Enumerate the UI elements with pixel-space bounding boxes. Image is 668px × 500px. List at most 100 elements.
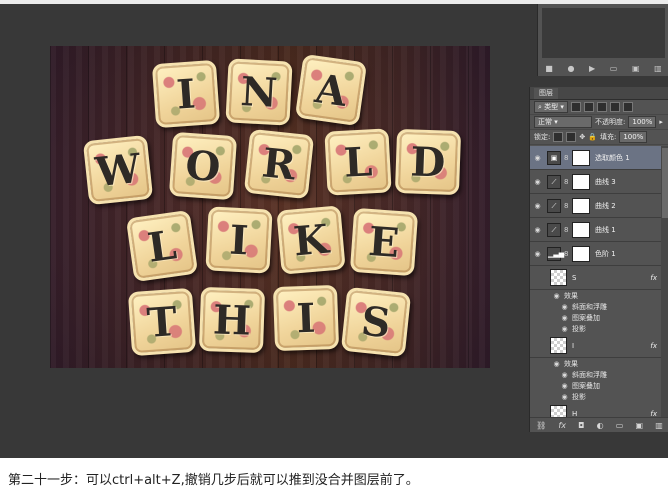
add-mask-icon[interactable]: ◘ xyxy=(578,421,584,430)
visibility-eye-icon[interactable]: ◉ xyxy=(533,226,542,234)
adjustment-layer-icon[interactable]: ◐ xyxy=(597,421,604,430)
history-panel-toolbar: ■ ● ▶ ▭ ▣ ▥ xyxy=(538,60,668,76)
layer-filter-select[interactable]: ⌕ 类型 ▾ xyxy=(534,101,568,113)
pixel-filter-icon[interactable] xyxy=(570,102,581,112)
shape-filter-icon[interactable] xyxy=(609,102,620,112)
layer-filter-row: ⌕ 类型 ▾ xyxy=(530,100,668,115)
layer-mask-thumbnail[interactable] xyxy=(572,245,590,262)
link-icon: 8 xyxy=(564,249,569,258)
record-icon[interactable]: ● xyxy=(567,64,574,73)
visibility-eye-icon[interactable]: ◉ xyxy=(560,314,569,322)
lock-paint-icon[interactable] xyxy=(566,132,577,142)
new-layer-icon[interactable]: ▣ xyxy=(636,421,644,430)
history-panel-content xyxy=(542,8,665,58)
trash-icon[interactable]: ▥ xyxy=(654,64,662,73)
curves-icon: ⟋ xyxy=(547,174,561,189)
effect-row[interactable]: ◉ 图案叠加 xyxy=(530,312,661,323)
visibility-eye-icon[interactable]: ◉ xyxy=(560,393,569,401)
layer-row-i[interactable]: I fx xyxy=(530,334,661,358)
adjustment-filter-icon[interactable] xyxy=(583,102,594,112)
new-item-icon[interactable]: ▣ xyxy=(632,64,640,73)
fill-label: 填充: xyxy=(599,133,617,141)
type-filter-icon[interactable] xyxy=(596,102,607,112)
smart-object-filter-icon[interactable] xyxy=(622,102,633,112)
letter-tile: I xyxy=(205,206,273,274)
layer-thumbnail[interactable] xyxy=(550,337,567,354)
visibility-eye-icon[interactable]: ◉ xyxy=(533,202,542,210)
letter-tile: I xyxy=(272,284,340,352)
layer-name: I xyxy=(572,341,575,350)
canvas-artwork[interactable]: I N A W O R L D L I K E T H I S xyxy=(50,46,490,368)
letter-tile: O xyxy=(168,131,238,201)
stop-icon[interactable]: ■ xyxy=(545,64,553,73)
layer-mask-thumbnail[interactable] xyxy=(572,173,590,190)
fx-icon[interactable]: fx xyxy=(650,274,657,282)
layers-panel-toolbar: ⛓ fx ◘ ◐ ▭ ▣ ▥ xyxy=(530,417,668,432)
letter-tile: E xyxy=(349,207,419,277)
layer-row-curves-1[interactable]: ◉ ⟋ 8 曲线 1 xyxy=(530,218,661,242)
add-style-icon[interactable]: fx xyxy=(558,421,566,430)
visibility-eye-icon[interactable]: ◉ xyxy=(552,360,561,368)
letter-tile: R xyxy=(243,128,315,200)
new-group-icon[interactable]: ▭ xyxy=(616,421,624,430)
layer-name: S xyxy=(572,273,577,282)
opacity-label: 不透明度: xyxy=(595,118,626,126)
effect-row[interactable]: ◉ 图案叠加 xyxy=(530,380,661,391)
opacity-input[interactable]: 100% xyxy=(628,116,657,128)
layer-mask-thumbnail[interactable] xyxy=(572,221,590,238)
layer-row-s[interactable]: S fx xyxy=(530,266,661,290)
link-icon: 8 xyxy=(564,153,569,162)
lock-transparency-icon[interactable] xyxy=(553,132,564,142)
visibility-eye-icon[interactable]: ◉ xyxy=(533,250,542,258)
effect-row[interactable]: ◉ 斜面和浮雕 xyxy=(530,369,661,380)
scrollbar-thumb[interactable] xyxy=(662,148,668,218)
levels-icon: ▁▃▅ xyxy=(547,246,564,261)
fx-icon[interactable]: fx xyxy=(650,342,657,350)
layer-name: 曲线 1 xyxy=(595,225,616,234)
effects-row[interactable]: ◉ 效果 xyxy=(530,290,661,301)
letter-tile: L xyxy=(125,209,199,283)
layer-row-selective-color[interactable]: ◉ ▣ 8 选取颜色 1 xyxy=(530,146,661,170)
effect-label: 斜面和浮雕 xyxy=(572,370,607,379)
visibility-eye-icon[interactable]: ◉ xyxy=(560,382,569,390)
link-icon: 8 xyxy=(564,225,569,234)
chevron-right-icon[interactable]: ▸ xyxy=(659,118,663,126)
layer-row-curves-2[interactable]: ◉ ⟋ 8 曲线 2 xyxy=(530,194,661,218)
letter-tile: H xyxy=(198,286,266,354)
layers-scrollbar[interactable] xyxy=(661,146,668,418)
effect-row[interactable]: ◉ 投影 xyxy=(530,391,661,402)
folder-icon[interactable]: ▭ xyxy=(610,64,618,73)
filter-label: 类型 xyxy=(544,103,559,111)
trash-icon[interactable]: ▥ xyxy=(655,421,663,430)
visibility-eye-icon[interactable]: ◉ xyxy=(560,303,569,311)
letter-tile: D xyxy=(394,128,462,196)
effects-row[interactable]: ◉ 效果 xyxy=(530,358,661,369)
layer-thumbnail[interactable] xyxy=(550,269,567,286)
layer-name: 曲线 2 xyxy=(595,201,616,210)
visibility-eye-icon[interactable]: ◉ xyxy=(533,178,542,186)
layer-mask-thumbnail[interactable] xyxy=(572,149,590,166)
blend-mode-select[interactable]: 正常 ▾ xyxy=(534,116,592,128)
layer-row-curves-3[interactable]: ◉ ⟋ 8 曲线 3 xyxy=(530,170,661,194)
play-icon[interactable]: ▶ xyxy=(589,64,595,73)
visibility-eye-icon[interactable]: ◉ xyxy=(552,292,561,300)
layer-row-h[interactable]: H fx xyxy=(530,402,661,418)
visibility-eye-icon[interactable]: ◉ xyxy=(560,371,569,379)
effects-label: 效果 xyxy=(564,359,578,368)
layers-panel-tabbar: 图层 xyxy=(530,87,668,100)
letter-tile: A xyxy=(294,53,368,127)
layer-mask-thumbnail[interactable] xyxy=(572,197,590,214)
effect-row[interactable]: ◉ 投影 xyxy=(530,323,661,334)
effect-row[interactable]: ◉ 斜面和浮雕 xyxy=(530,301,661,312)
tab-layers[interactable]: 图层 xyxy=(534,88,558,99)
lock-position-icon[interactable]: ✥ xyxy=(579,133,585,141)
link-layers-icon[interactable]: ⛓ xyxy=(536,421,546,430)
layer-row-levels-1[interactable]: ◉ ▁▃▅ 8 色阶 1 xyxy=(530,242,661,266)
link-icon: 8 xyxy=(564,201,569,210)
lock-all-icon[interactable]: 🔒 xyxy=(588,133,597,141)
visibility-eye-icon[interactable]: ◉ xyxy=(560,325,569,333)
visibility-eye-icon[interactable]: ◉ xyxy=(533,154,542,162)
fill-input[interactable]: 100% xyxy=(619,131,648,143)
layer-list: ◉ ▣ 8 选取颜色 1 ◉ ⟋ 8 曲线 3 ◉ ⟋ 8 曲线 2 ◉ ⟋ 8… xyxy=(530,146,661,418)
layer-name: 色阶 1 xyxy=(595,249,616,258)
